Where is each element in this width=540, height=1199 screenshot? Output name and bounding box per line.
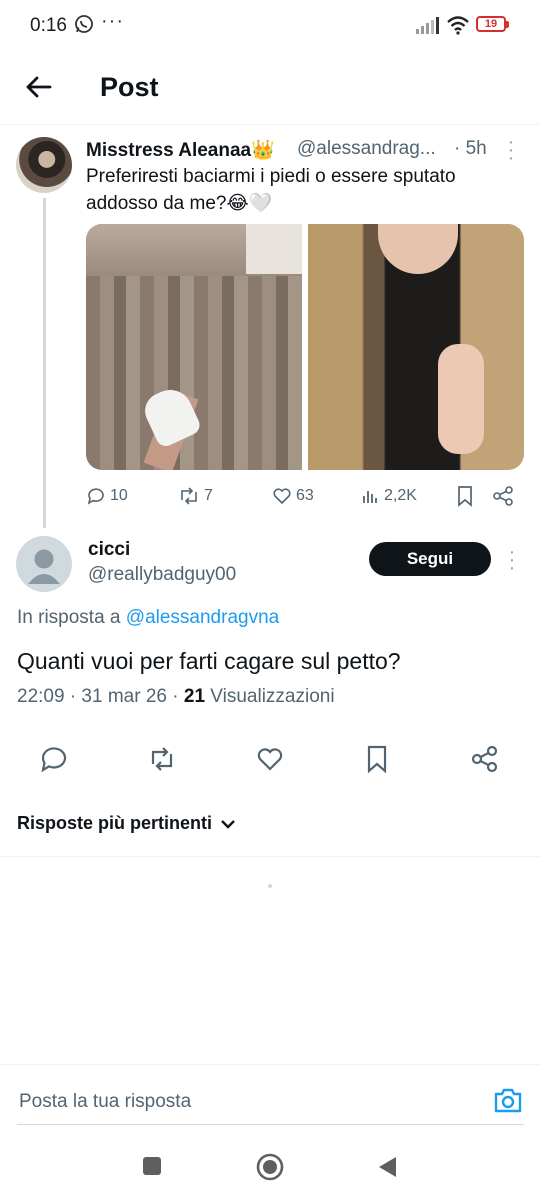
views-count: 21: [183, 686, 206, 707]
bookmark-icon[interactable]: [456, 484, 474, 508]
replies-sort-label: Risposte più pertinenti: [17, 813, 213, 833]
reply-button[interactable]: 10: [86, 484, 128, 508]
post-text: Preferiresti baciarmi i piedi o essere s…: [86, 166, 456, 214]
reply-icon: [87, 488, 104, 505]
repost-icon: [181, 487, 197, 505]
reply-icon[interactable]: [39, 744, 69, 774]
status-time: 0:16: [30, 15, 67, 36]
system-nav-bar: [0, 1140, 540, 1199]
more-notifications-icon: ···: [101, 10, 124, 32]
battery-level: 19: [484, 18, 498, 30]
loading-indicator: [268, 884, 272, 888]
heart-icon[interactable]: [255, 744, 285, 774]
in-reply-handle-link[interactable]: @alessandragvna: [126, 607, 279, 628]
share-icon[interactable]: [492, 484, 514, 508]
heart-icon: [273, 488, 291, 505]
reply-count: 10: [110, 487, 128, 504]
whatsapp-icon: [75, 15, 93, 33]
post-timestamp: 22:09 · 31 mar 26 ·: [17, 686, 179, 707]
back-arrow-icon[interactable]: [22, 70, 56, 104]
repost-count: 7: [204, 487, 213, 504]
avatar[interactable]: [16, 536, 72, 592]
post-media[interactable]: [86, 224, 524, 470]
battery-icon: 19: [476, 16, 510, 34]
views-button[interactable]: 2,2K: [362, 484, 417, 508]
divider: [0, 856, 540, 857]
default-avatar-icon: [28, 549, 60, 584]
media-image-2[interactable]: [308, 224, 524, 470]
views-label: Visualizzazioni: [210, 686, 335, 707]
follow-button[interactable]: Segui: [369, 542, 491, 576]
post-text: Quanti vuoi per farti cagare sul petto?: [17, 648, 401, 674]
views-icon: [363, 491, 377, 503]
status-bar: 0:16 ··· 19: [0, 0, 540, 54]
chevron-down-icon: [221, 819, 235, 829]
author-name[interactable]: Misstress Aleanaa👑: [86, 138, 275, 162]
signal-icon: [416, 17, 439, 34]
top-app-bar: Post: [0, 54, 540, 125]
like-count: 63: [296, 487, 314, 504]
author-handle[interactable]: @alessandrag...: [297, 138, 436, 160]
like-button[interactable]: 63: [272, 484, 314, 508]
post-meta: 22:09 · 31 mar 26 · 21 Visualizzazioni: [17, 686, 335, 708]
media-image-1[interactable]: [86, 224, 302, 470]
avatar[interactable]: [16, 137, 72, 193]
post-action-bar: [0, 740, 540, 780]
more-options-icon[interactable]: · · ·: [507, 542, 517, 578]
system-back-button[interactable]: [376, 1155, 398, 1179]
share-icon[interactable]: [470, 744, 500, 774]
composer-underline: [17, 1124, 524, 1125]
replies-sort-dropdown[interactable]: Risposte più pertinenti: [17, 813, 236, 834]
repost-button[interactable]: 7: [178, 484, 213, 508]
post-action-bar: 10 7 63 2,2K: [86, 484, 526, 508]
in-reply-prefix: In risposta a: [17, 607, 121, 628]
author-handle[interactable]: @reallybadguy00: [88, 564, 236, 586]
thread-line: [43, 198, 46, 528]
repost-icon[interactable]: [147, 744, 177, 774]
camera-icon[interactable]: [493, 1086, 523, 1114]
post-time: · 5h: [454, 138, 487, 159]
home-button[interactable]: [256, 1153, 284, 1181]
reply-input[interactable]: [17, 1087, 461, 1117]
recent-apps-button[interactable]: [143, 1157, 161, 1175]
in-reply-to: In risposta a @alessandragvna: [17, 607, 279, 629]
wifi-icon: [447, 16, 469, 35]
views-count: 2,2K: [384, 487, 417, 504]
bookmark-icon[interactable]: [362, 744, 392, 774]
more-options-icon[interactable]: · · ·: [506, 132, 516, 168]
page-title: Post: [100, 72, 159, 102]
author-name[interactable]: cicci: [88, 539, 130, 561]
